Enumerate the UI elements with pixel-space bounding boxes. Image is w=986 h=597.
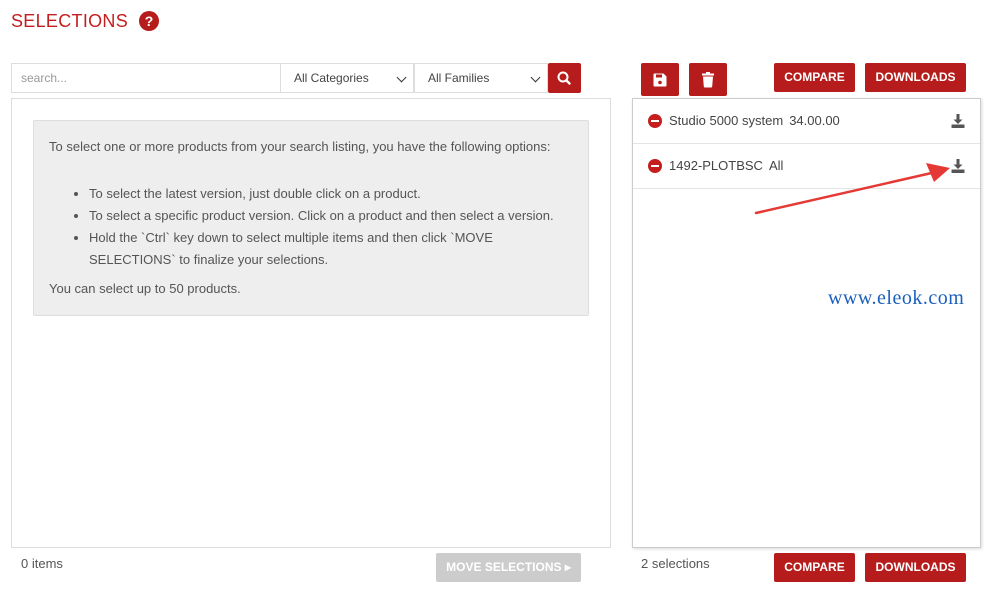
categories-select[interactable]: All Categories xyxy=(280,63,414,93)
question-circle-icon[interactable]: ? xyxy=(139,11,159,31)
selection-name: Studio 5000 system xyxy=(669,113,784,128)
chevron-down-icon xyxy=(396,72,407,83)
categories-select-value: All Categories xyxy=(294,71,369,85)
annotation-arrow xyxy=(754,163,950,215)
downloads-button[interactable]: DOWNLOADS xyxy=(865,63,966,92)
selection-version: 34.00.00 xyxy=(789,113,840,128)
search-icon xyxy=(557,71,571,85)
trash-icon xyxy=(702,72,714,88)
remove-icon[interactable] xyxy=(648,159,662,173)
search-input[interactable] xyxy=(11,63,281,93)
watermark: www.eleok.com xyxy=(828,287,965,309)
selection-limit-note: You can select up to 50 products. xyxy=(49,281,241,296)
list-item: To select a specific product version. Cl… xyxy=(74,205,579,227)
selections-count: 2 selections xyxy=(641,556,710,571)
floppy-disk-icon xyxy=(653,73,667,87)
remove-icon[interactable] xyxy=(648,114,662,128)
selection-label: Studio 5000 system 34.00.00 xyxy=(669,113,840,128)
instructions-list: To select the latest version, just doubl… xyxy=(74,183,579,271)
compare-button[interactable]: COMPARE xyxy=(774,63,855,92)
delete-button[interactable] xyxy=(689,63,727,96)
items-count: 0 items xyxy=(21,556,63,571)
compare-button-bottom[interactable]: COMPARE xyxy=(774,553,855,582)
selection-row[interactable]: Studio 5000 system 34.00.00 xyxy=(633,99,980,144)
move-selections-button[interactable]: MOVE SELECTIONS ▸ xyxy=(436,553,581,582)
selection-name: 1492-PLOTBSC xyxy=(669,158,763,173)
list-item: Hold the `Ctrl` key down to select multi… xyxy=(74,227,579,271)
search-button[interactable] xyxy=(548,63,581,93)
page-title: SELECTIONS xyxy=(11,11,129,31)
save-button[interactable] xyxy=(641,63,679,96)
families-select-value: All Families xyxy=(428,71,490,85)
downloads-button-bottom[interactable]: DOWNLOADS xyxy=(865,553,966,582)
download-icon[interactable] xyxy=(950,113,966,129)
chevron-down-icon xyxy=(530,72,541,83)
instructions-intro: To select one or more products from your… xyxy=(49,139,551,154)
families-select[interactable]: All Families xyxy=(414,63,548,93)
list-item: To select the latest version, just doubl… xyxy=(74,183,579,205)
